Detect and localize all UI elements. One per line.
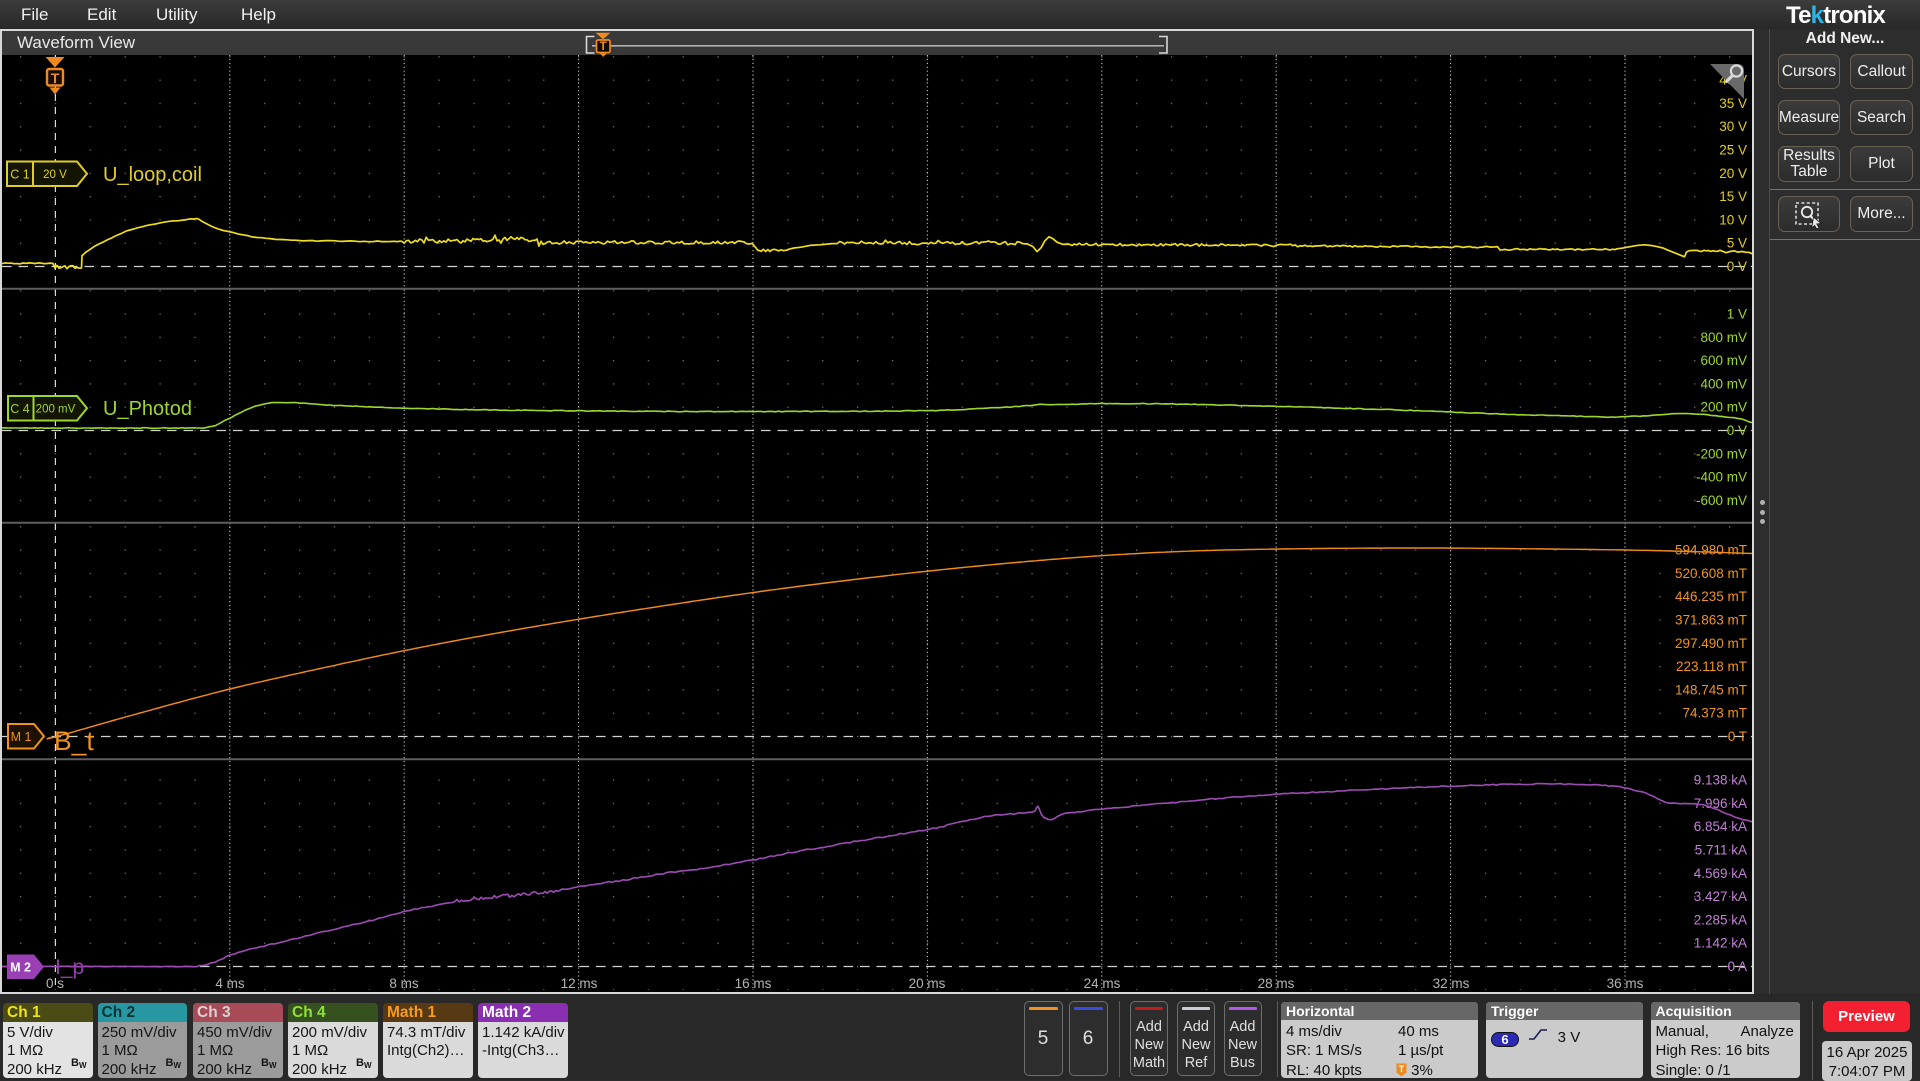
svg-text:12 ms: 12 ms: [561, 976, 598, 991]
svg-text:5 V: 5 V: [1727, 236, 1747, 251]
svg-text:4.569 kA: 4.569 kA: [1694, 866, 1747, 881]
svg-text:3.427 kA: 3.427 kA: [1694, 889, 1747, 904]
svg-text:30 V: 30 V: [1719, 119, 1747, 134]
svg-text:28 ms: 28 ms: [1258, 976, 1295, 991]
svg-text:I_p: I_p: [55, 956, 84, 979]
svg-text:B_t: B_t: [54, 726, 94, 756]
svg-text:0 V: 0 V: [1727, 423, 1747, 438]
svg-text:74.373 mT: 74.373 mT: [1682, 706, 1747, 721]
svg-text:8 ms: 8 ms: [389, 976, 419, 991]
svg-text:520.608 mT: 520.608 mT: [1675, 566, 1747, 581]
svg-text:25 V: 25 V: [1719, 143, 1747, 158]
svg-text:C 4: C 4: [10, 402, 30, 416]
svg-text:T: T: [1399, 1063, 1405, 1073]
svg-text:T: T: [600, 41, 607, 53]
svg-text:M 2: M 2: [10, 961, 31, 975]
svg-text:U_loop,coil: U_loop,coil: [103, 164, 202, 186]
svg-text:4 ms: 4 ms: [215, 976, 245, 991]
svg-text:297.490 mT: 297.490 mT: [1675, 636, 1747, 651]
svg-text:U_Photod: U_Photod: [103, 398, 192, 420]
svg-text:0 T: 0 T: [1728, 729, 1747, 744]
svg-text:371.863 mT: 371.863 mT: [1675, 613, 1747, 628]
svg-text:24 ms: 24 ms: [1084, 976, 1121, 991]
svg-text:594.980 mT: 594.980 mT: [1675, 543, 1747, 558]
svg-text:-200 mV: -200 mV: [1696, 446, 1747, 461]
svg-text:223.118 mT: 223.118 mT: [1676, 659, 1747, 674]
svg-text:200 mV: 200 mV: [1700, 400, 1747, 415]
svg-text:20 V: 20 V: [1719, 166, 1747, 181]
svg-text:800 mV: 800 mV: [1700, 330, 1747, 345]
svg-text:446.235 mT: 446.235 mT: [1675, 589, 1747, 604]
svg-text:-400 mV: -400 mV: [1696, 470, 1747, 485]
svg-text:10 V: 10 V: [1719, 212, 1747, 227]
svg-text:-600 mV: -600 mV: [1696, 493, 1747, 508]
svg-text:C 1: C 1: [10, 167, 30, 181]
svg-text:T: T: [51, 70, 60, 86]
svg-text:20 V: 20 V: [43, 169, 67, 181]
svg-text:0 V: 0 V: [1727, 259, 1747, 274]
svg-text:32 ms: 32 ms: [1433, 976, 1470, 991]
svg-text:148.745 mT: 148.745 mT: [1675, 682, 1747, 697]
svg-text:2.285 kA: 2.285 kA: [1694, 912, 1747, 927]
svg-text:15 V: 15 V: [1719, 189, 1747, 204]
svg-text:6.854 kA: 6.854 kA: [1694, 819, 1747, 834]
svg-text:9.138 kA: 9.138 kA: [1694, 773, 1747, 788]
svg-text:36 ms: 36 ms: [1607, 976, 1644, 991]
svg-text:1 V: 1 V: [1727, 307, 1747, 322]
svg-text:16 ms: 16 ms: [735, 976, 772, 991]
svg-text:5.711 kA: 5.711 kA: [1695, 843, 1747, 858]
svg-text:400 mV: 400 mV: [1700, 376, 1747, 391]
svg-text:35 V: 35 V: [1719, 96, 1747, 111]
svg-text:600 mV: 600 mV: [1700, 353, 1747, 368]
svg-text:0 A: 0 A: [1727, 959, 1747, 974]
svg-text:20 ms: 20 ms: [909, 976, 946, 991]
svg-text:1.142 kA: 1.142 kA: [1694, 936, 1747, 951]
svg-text:7.996 kA: 7.996 kA: [1694, 796, 1747, 811]
svg-text:200 mV: 200 mV: [36, 404, 76, 416]
svg-text:M 1: M 1: [11, 730, 32, 744]
